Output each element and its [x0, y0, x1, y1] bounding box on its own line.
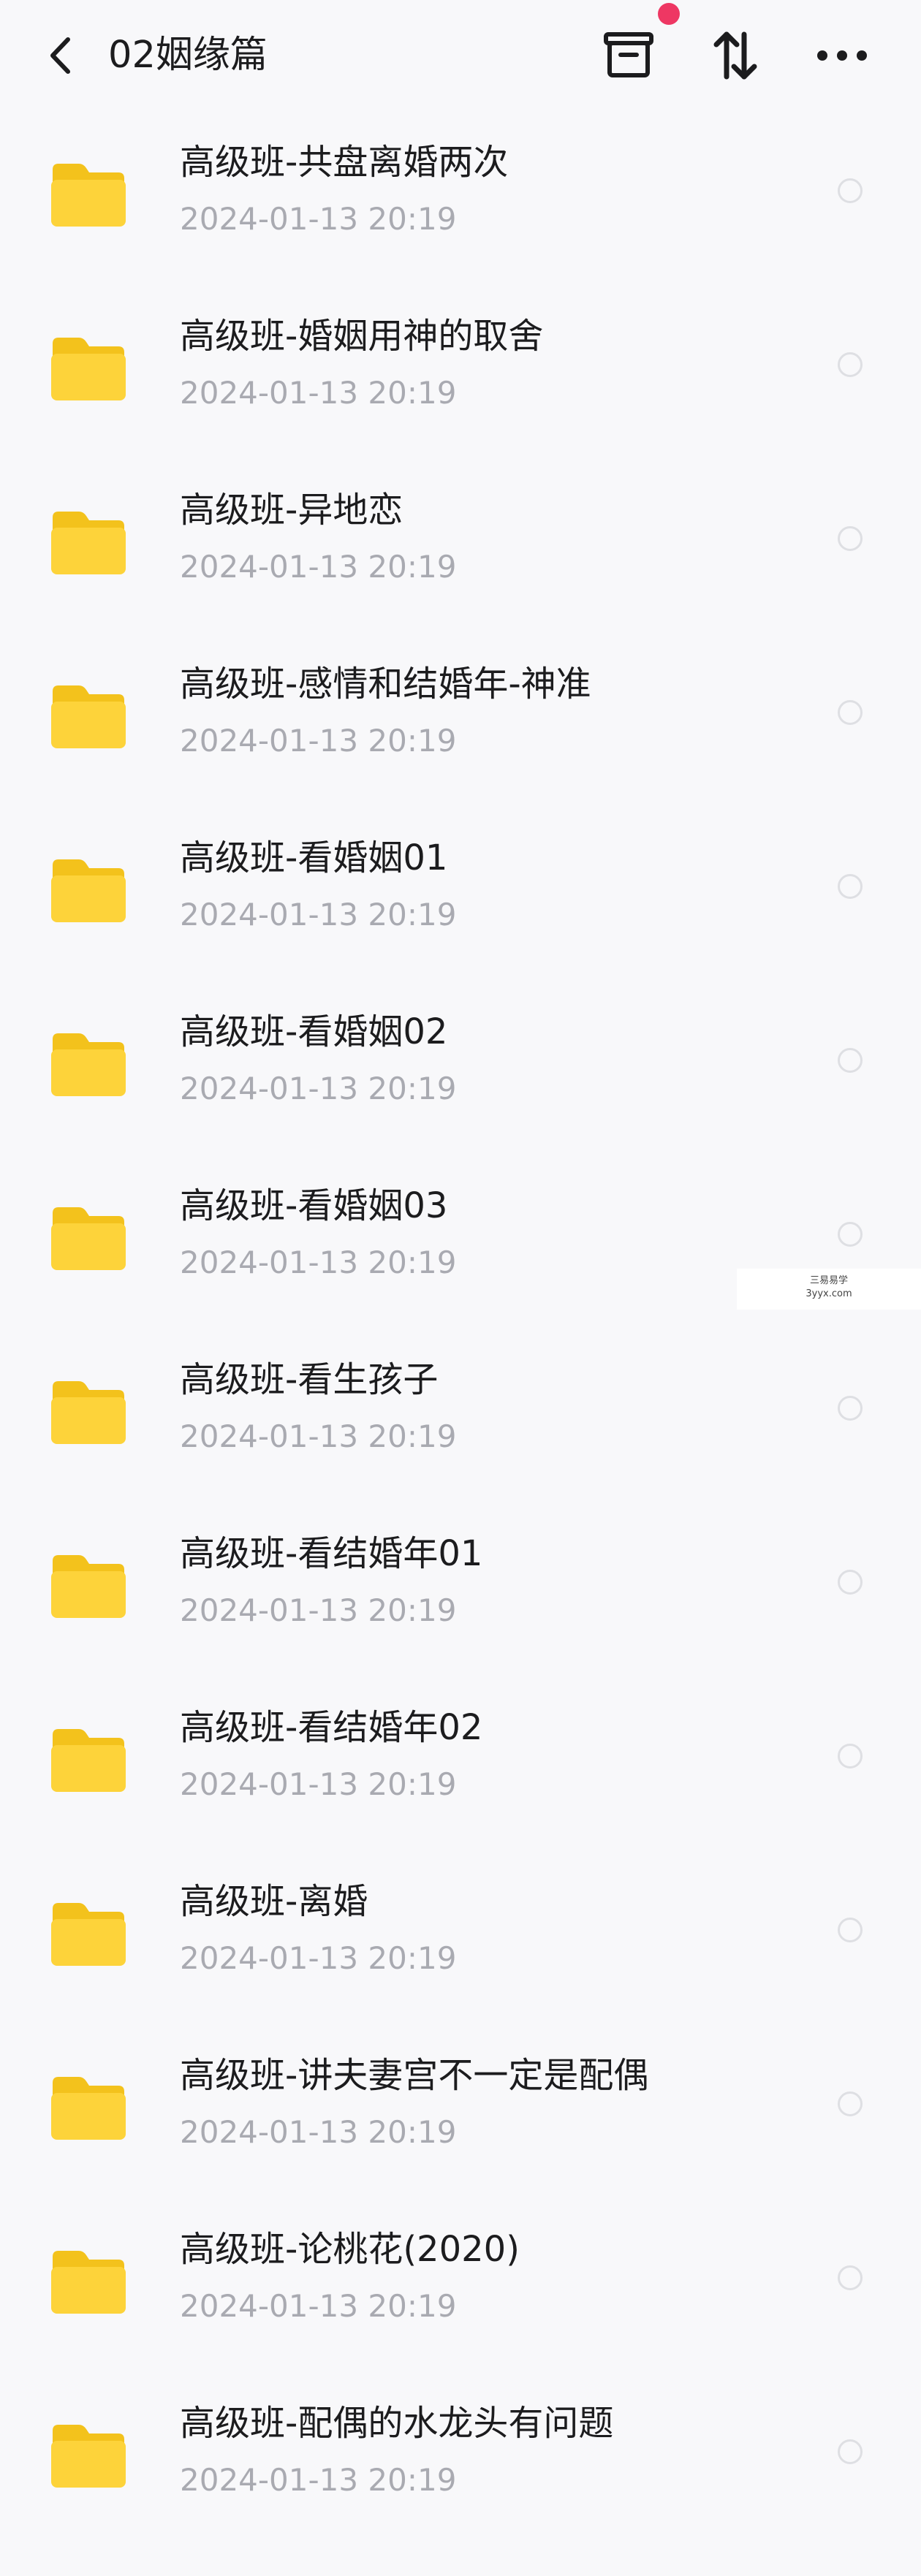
folder-name: 高级班-离婚: [180, 1881, 368, 1922]
sort-button[interactable]: [705, 26, 766, 85]
folder-name: 高级班-论桃花(2020): [180, 2229, 520, 2270]
select-checkbox[interactable]: [838, 1048, 863, 1073]
folder-date: 2024-01-13 20:19: [180, 1418, 457, 1454]
list-item[interactable]: 高级班-看婚姻01 2024-01-13 20:19: [0, 813, 921, 987]
folder-date: 2024-01-13 20:19: [180, 375, 457, 411]
more-options-button[interactable]: [811, 26, 873, 85]
list-item[interactable]: 高级班-感情和结婚年-神准 2024-01-13 20:19: [0, 639, 921, 813]
folder-name: 高级班-共盘离婚两次: [180, 142, 509, 183]
list-item[interactable]: 高级班-看结婚年02 2024-01-13 20:19: [0, 1682, 921, 1856]
list-item[interactable]: 高级班-婚姻用神的取舍 2024-01-13 20:19: [0, 291, 921, 465]
folder-icon: [51, 1903, 126, 1966]
folder-icon: [51, 1207, 126, 1270]
folder-icon: [51, 2251, 126, 2314]
folder-icon: [51, 1033, 126, 1096]
select-checkbox[interactable]: [838, 2265, 863, 2290]
folder-date: 2024-01-13 20:19: [180, 549, 457, 585]
list-item[interactable]: 高级班-离婚 2024-01-13 20:19: [0, 1856, 921, 2030]
sort-arrows-icon: [713, 31, 757, 80]
folder-icon: [51, 859, 126, 922]
folder-date: 2024-01-13 20:19: [180, 1766, 457, 1802]
folder-name: 高级班-看婚姻03: [180, 1185, 448, 1226]
watermark: 三易易学 3yyx.com: [737, 1269, 921, 1310]
list-item[interactable]: 高级班-看生孩子 2024-01-13 20:19: [0, 1334, 921, 1508]
folder-date: 2024-01-13 20:19: [180, 723, 457, 759]
list-item[interactable]: 高级班-看结婚年01 2024-01-13 20:19: [0, 1508, 921, 1682]
folder-icon: [51, 338, 126, 400]
folder-date: 2024-01-13 20:19: [180, 1940, 457, 1976]
folder-icon: [51, 2425, 126, 2488]
select-checkbox[interactable]: [838, 1570, 863, 1595]
watermark-line1: 三易易学: [809, 1275, 848, 1286]
select-checkbox[interactable]: [838, 1396, 863, 1421]
select-checkbox[interactable]: [838, 1744, 863, 1768]
folder-name: 高级班-看结婚年01: [180, 1533, 483, 1574]
folder-name: 高级班-看婚姻02: [180, 1011, 448, 1052]
folder-name: 高级班-配偶的水龙头有问题: [180, 2403, 614, 2444]
folder-name: 高级班-看结婚年02: [180, 1707, 483, 1748]
select-checkbox[interactable]: [838, 2439, 863, 2464]
folder-name: 高级班-看生孩子: [180, 1359, 439, 1400]
folder-date: 2024-01-13 20:19: [180, 1071, 457, 1106]
folder-icon: [51, 1729, 126, 1792]
select-checkbox[interactable]: [838, 700, 863, 725]
archive-button[interactable]: [598, 26, 659, 85]
folder-name: 高级班-婚姻用神的取舍: [180, 316, 544, 357]
folder-icon: [51, 512, 126, 574]
notification-badge-dot: [658, 3, 680, 25]
more-dots-icon: [817, 50, 867, 61]
select-checkbox[interactable]: [838, 2091, 863, 2116]
folder-date: 2024-01-13 20:19: [180, 2462, 457, 2498]
folder-icon: [51, 2077, 126, 2140]
folder-date: 2024-01-13 20:19: [180, 2288, 457, 2324]
select-checkbox[interactable]: [838, 352, 863, 377]
select-checkbox[interactable]: [838, 1918, 863, 1942]
select-checkbox[interactable]: [838, 874, 863, 899]
back-button[interactable]: [37, 29, 83, 82]
list-item[interactable]: 高级班-配偶的水龙头有问题 2024-01-13 20:19: [0, 2378, 921, 2552]
folder-date: 2024-01-13 20:19: [180, 2114, 457, 2150]
folder-date: 2024-01-13 20:19: [180, 897, 457, 932]
folder-date: 2024-01-13 20:19: [180, 1245, 457, 1280]
list-item[interactable]: 高级班-共盘离婚两次 2024-01-13 20:19: [0, 117, 921, 291]
folder-icon: [51, 164, 126, 227]
select-checkbox[interactable]: [838, 1222, 863, 1247]
list-item[interactable]: 高级班-看婚姻02 2024-01-13 20:19: [0, 987, 921, 1160]
chevron-left-icon: [50, 37, 70, 74]
folder-icon: [51, 685, 126, 748]
archive-box-icon: [604, 32, 653, 77]
page-title: 02姻缘篇: [108, 34, 268, 77]
watermark-line2: 3yyx.com: [806, 1288, 852, 1299]
list-item[interactable]: 高级班-异地恋 2024-01-13 20:19: [0, 465, 921, 639]
folder-name: 高级班-异地恋: [180, 490, 403, 531]
folder-name: 高级班-看婚姻01: [180, 837, 448, 878]
select-checkbox[interactable]: [838, 178, 863, 203]
list-item[interactable]: 高级班-论桃花(2020) 2024-01-13 20:19: [0, 2204, 921, 2378]
top-bar: 02姻缘篇: [0, 0, 921, 110]
folder-name: 高级班-感情和结婚年-神准: [180, 664, 591, 704]
list-item[interactable]: 高级班-讲夫妻宫不一定是配偶 2024-01-13 20:19: [0, 2030, 921, 2204]
folder-icon: [51, 1555, 126, 1618]
select-checkbox[interactable]: [838, 526, 863, 551]
folder-icon: [51, 1381, 126, 1444]
folder-name: 高级班-讲夫妻宫不一定是配偶: [180, 2055, 649, 2096]
folder-date: 2024-01-13 20:19: [180, 201, 457, 237]
folder-date: 2024-01-13 20:19: [180, 1592, 457, 1628]
